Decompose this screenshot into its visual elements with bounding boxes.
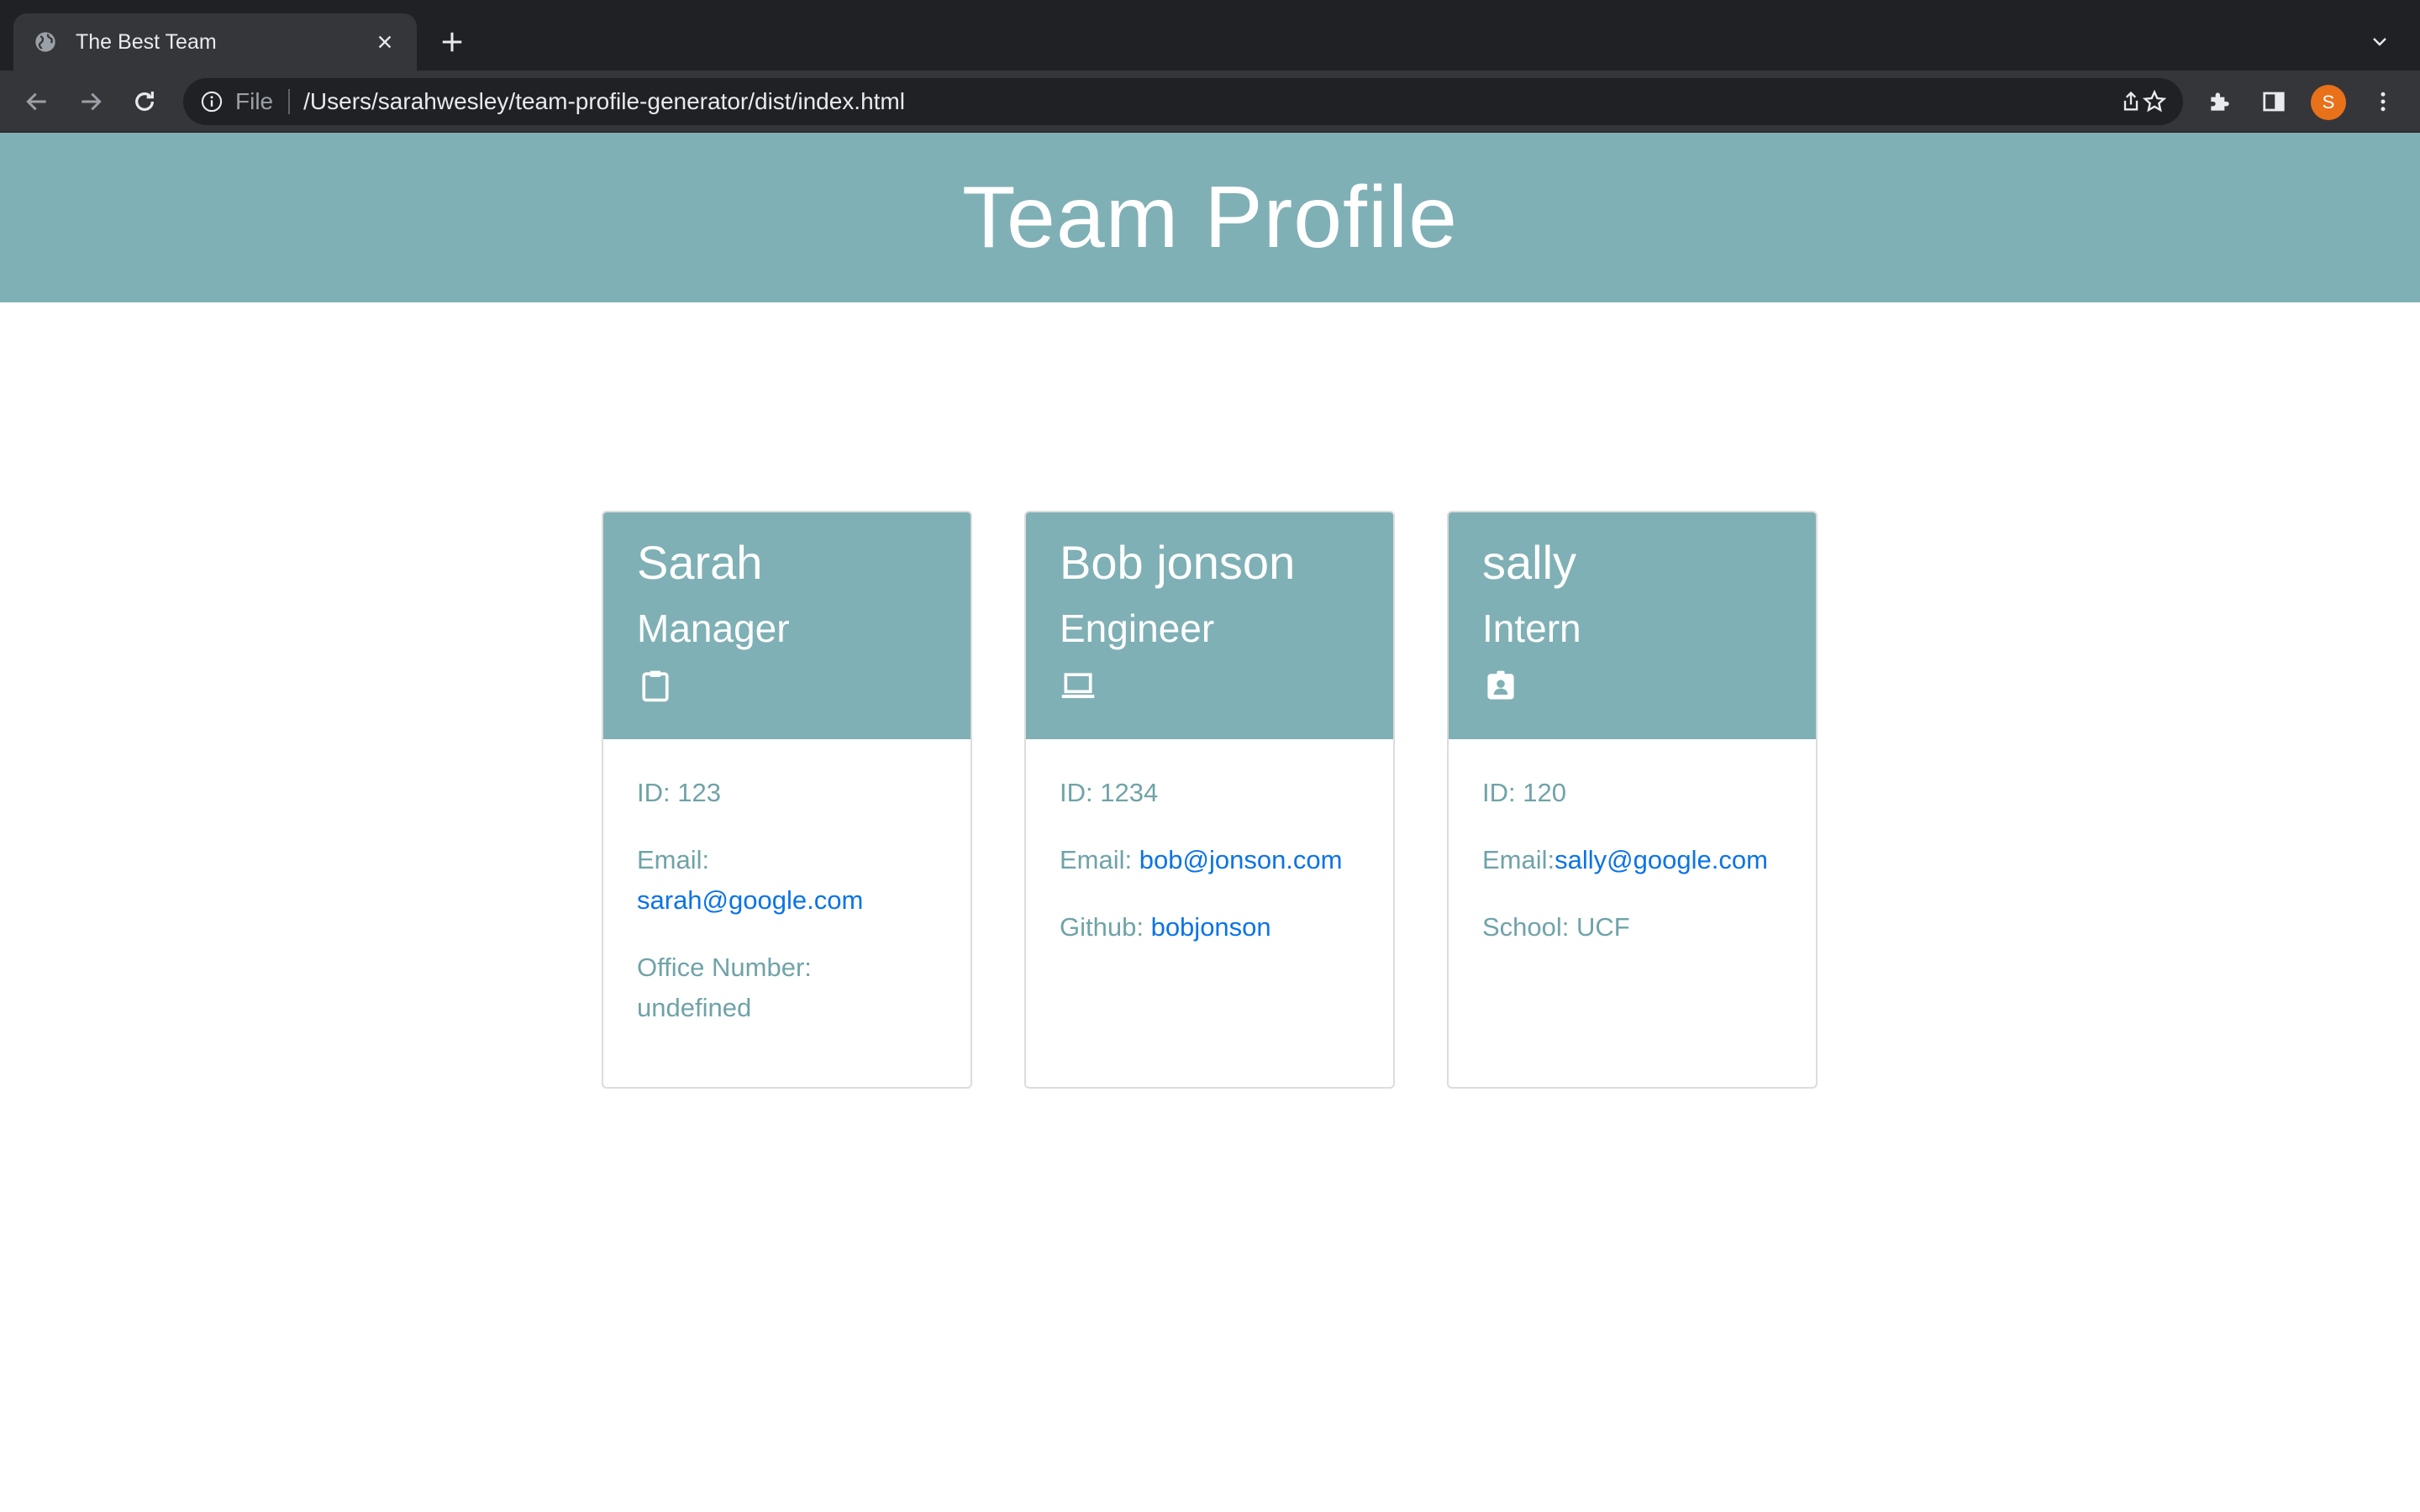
email-label: Email:	[1060, 845, 1133, 874]
tab-title: The Best Team	[76, 29, 217, 54]
side-panel-icon	[2263, 92, 2285, 112]
info-icon[interactable]	[200, 90, 224, 113]
employee-name: Bob jonson	[1060, 536, 1296, 589]
card-body: ID: 1234 Email: bob@jonson.com Github: b…	[1026, 739, 1393, 948]
email-link[interactable]: bob@jonson.com	[1139, 845, 1343, 874]
profile-avatar[interactable]: S	[2311, 85, 2346, 120]
arrow-left-icon	[26, 92, 46, 111]
employee-role: Engineer	[1060, 606, 1215, 650]
email-link[interactable]: sarah@google.com	[637, 885, 863, 915]
employee-card-manager: Sarah Manager ID: 123 Email: sarah@googl…	[602, 511, 972, 1089]
omnibox-divider	[288, 89, 291, 114]
plus-icon	[442, 32, 462, 52]
employee-email-row: Email:sally@google.com	[1482, 840, 1782, 880]
employee-id: ID: 1234	[1060, 778, 1159, 807]
browser-tab[interactable]: The Best Team	[13, 13, 417, 71]
side-panel-button[interactable]	[2259, 87, 2289, 117]
github-link[interactable]: bobjonson	[1151, 912, 1271, 942]
email-link[interactable]: sally@google.com	[1555, 845, 1768, 874]
arrow-right-icon	[82, 92, 102, 111]
page-title: Team Profile	[962, 168, 1458, 266]
close-tab-icon[interactable]	[373, 30, 397, 54]
card-body: ID: 120 Email:sally@google.com School: U…	[1449, 739, 1816, 948]
card-header: sally Intern	[1449, 512, 1816, 739]
employee-id: ID: 120	[1482, 778, 1566, 807]
card-body: ID: 123 Email: sarah@google.com Office N…	[603, 739, 971, 1028]
page-header: Team Profile	[0, 133, 2420, 302]
address-bar[interactable]: File /Users/sarahwesley/team-profile-gen…	[183, 78, 2183, 125]
chevron-down-icon	[2373, 38, 2386, 46]
kebab-menu-icon	[2381, 92, 2386, 112]
reload-icon	[135, 92, 154, 111]
email-label: Email:	[637, 845, 710, 874]
url-text[interactable]: /Users/sarahwesley/team-profile-generato…	[303, 88, 905, 115]
tab-strip: The Best Team	[0, 0, 2420, 71]
github-row: Github: bobjonson	[1060, 907, 1360, 948]
employee-card-engineer: Bob jonson Engineer ID: 1234 Email: bob@…	[1024, 511, 1395, 1089]
browser-menu-button[interactable]	[2368, 87, 2398, 117]
email-label: Email:	[1482, 845, 1555, 874]
extensions-button[interactable]	[2205, 87, 2235, 117]
bookmark-star-button[interactable]	[2139, 87, 2170, 117]
employee-card-intern: sally Intern ID: 120 Email:sally@google.…	[1447, 511, 1818, 1089]
card-header: Bob jonson Engineer	[1026, 512, 1393, 739]
office-number-label: Office Number:	[637, 953, 812, 982]
clipboard-icon	[642, 670, 669, 702]
forward-button[interactable]	[71, 81, 111, 122]
new-tab-button[interactable]	[435, 25, 469, 59]
employee-email-row: Email: sarah@google.com	[637, 840, 937, 921]
back-button[interactable]	[17, 81, 57, 122]
employee-email-row: Email: bob@jonson.com	[1060, 840, 1360, 880]
reload-button[interactable]	[124, 81, 165, 122]
team-cards: Sarah Manager ID: 123 Email: sarah@googl…	[602, 511, 1818, 1089]
globe-icon	[35, 32, 55, 52]
office-number-value: undefined	[637, 993, 752, 1022]
puzzle-icon	[2211, 92, 2229, 111]
id-badge-icon	[1487, 670, 1514, 700]
employee-role: Manager	[637, 606, 790, 650]
employee-role: Intern	[1482, 606, 1581, 650]
card-header: Sarah Manager	[603, 512, 971, 739]
github-label: Github:	[1060, 912, 1144, 942]
employee-name: Sarah	[637, 536, 763, 589]
office-number-row: Office Number: undefined	[637, 948, 937, 1028]
school-row: School: UCF	[1482, 907, 1782, 948]
school-value: UCF	[1576, 912, 1630, 942]
school-label: School:	[1482, 912, 1570, 942]
url-scheme-label: File	[235, 88, 274, 114]
browser-toolbar: File /Users/sarahwesley/team-profile-gen…	[0, 71, 2420, 133]
employee-id: ID: 123	[637, 778, 721, 807]
star-icon	[2142, 89, 2167, 113]
laptop-icon	[1061, 673, 1095, 699]
employee-name: sally	[1482, 536, 1577, 589]
tab-search-button[interactable]	[2365, 27, 2395, 57]
